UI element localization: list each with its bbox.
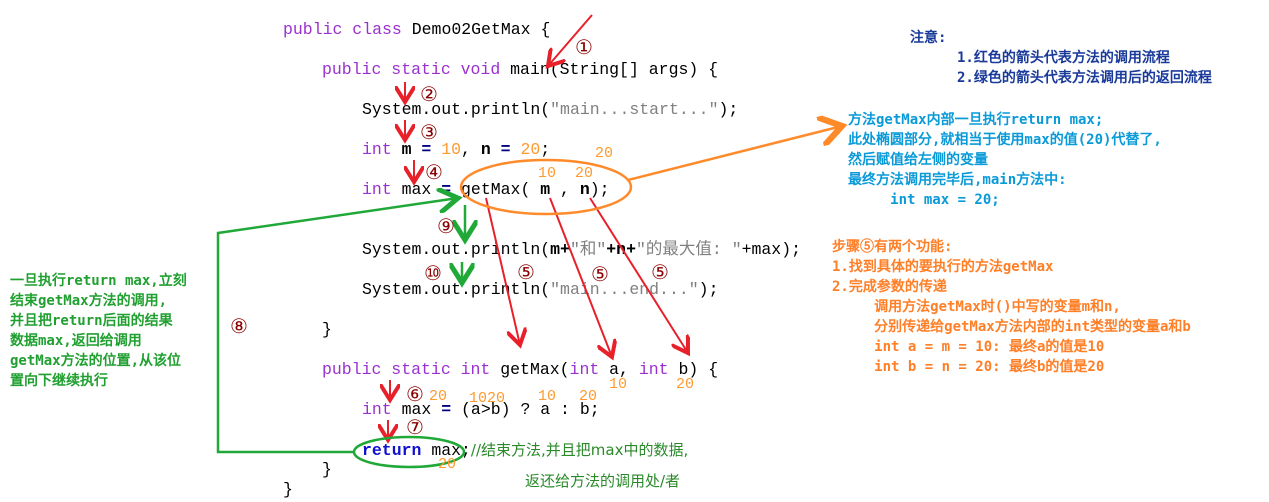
step-1: ① — [575, 35, 593, 59]
step-8: ⑧ — [230, 314, 248, 338]
note-line: 2.完成参数的传递 — [832, 279, 947, 295]
note-line: int a = m = 10: 最终a的值是10 — [832, 339, 1105, 355]
value-label: 20 — [438, 456, 457, 473]
notice-line: 1.红色的箭头代表方法的调用流程 — [957, 50, 1170, 66]
step5-explanation: 步骤⑤有两个功能: 1.找到具体的要执行的方法getMax 2.完成参数的传递 调用… — [832, 237, 1191, 377]
value-label: 20 — [676, 376, 695, 393]
step-5: ⑤ — [591, 262, 609, 286]
value-label: 20 — [595, 145, 614, 162]
step-6: ⑥ — [406, 382, 424, 406]
call-arrow-5a — [485, 197, 520, 345]
value-label: 20 — [579, 388, 598, 405]
step-7: ⑦ — [406, 415, 424, 439]
note-line: 并且把return后面的结果 — [10, 313, 173, 329]
note-line: 步骤⑤有两个功能: — [832, 239, 953, 255]
note-line: int max = 20; — [848, 192, 1000, 208]
value-label: 10 — [538, 388, 557, 405]
value-label: 1020 — [469, 390, 506, 407]
value-label: 20 — [429, 388, 448, 405]
diagram: public class Demo02GetMax {public static… — [0, 0, 1269, 502]
explain-arrow — [627, 126, 842, 182]
note-line: 调用方法getMax时()中写的变量m和n, — [832, 299, 1121, 315]
note-line: 结束getMax方法的调用, — [10, 293, 168, 309]
notice-title: 注意: — [910, 30, 947, 46]
step-4: ④ — [425, 160, 443, 184]
notice-line: 2.绿色的箭头代表方法调用后的返回流程 — [957, 70, 1212, 86]
step-3: ③ — [420, 120, 438, 144]
note-line: 数据max,返回给调用 — [10, 333, 142, 349]
return-explanation: 方法getMax内部一旦执行return max; 此处椭圆部分,就相当于使用ma… — [848, 110, 1162, 210]
note-line: 此处椭圆部分,就相当于使用max的值(20)代替了, — [848, 132, 1162, 148]
note-line: 置向下继续执行 — [10, 373, 108, 389]
step-2: ② — [420, 82, 438, 106]
note-line: 分别传递给getMax方法内部的int类型的变量a和b — [832, 319, 1191, 335]
return-arrow-8 — [216, 198, 458, 454]
return-flow-explanation: 一旦执行return max,立刻 结束getMax方法的调用, 并且把return… — [10, 271, 187, 391]
note-line: 1.找到具体的要执行的方法getMax — [832, 259, 1054, 275]
note-line: int b = n = 20: 最终b的值是20 — [832, 359, 1105, 375]
note-line: 方法getMax内部一旦执行return max; — [848, 112, 1104, 128]
value-label: 10 — [538, 165, 557, 182]
step-5: ⑤ — [517, 260, 535, 284]
note-line: 然后赋值给左侧的变量 — [848, 152, 988, 168]
value-label: 20 — [575, 165, 594, 182]
step-9: ⑨ — [437, 214, 455, 238]
note-line: 一旦执行return max,立刻 — [10, 273, 187, 289]
step-5: ⑤ — [651, 260, 669, 284]
step-10: ⑩ — [424, 261, 442, 285]
note-line: getMax方法的位置,从该位 — [10, 353, 182, 369]
note-line: 最终方法调用完毕后,main方法中: — [848, 172, 1067, 188]
value-label: 10 — [609, 376, 628, 393]
